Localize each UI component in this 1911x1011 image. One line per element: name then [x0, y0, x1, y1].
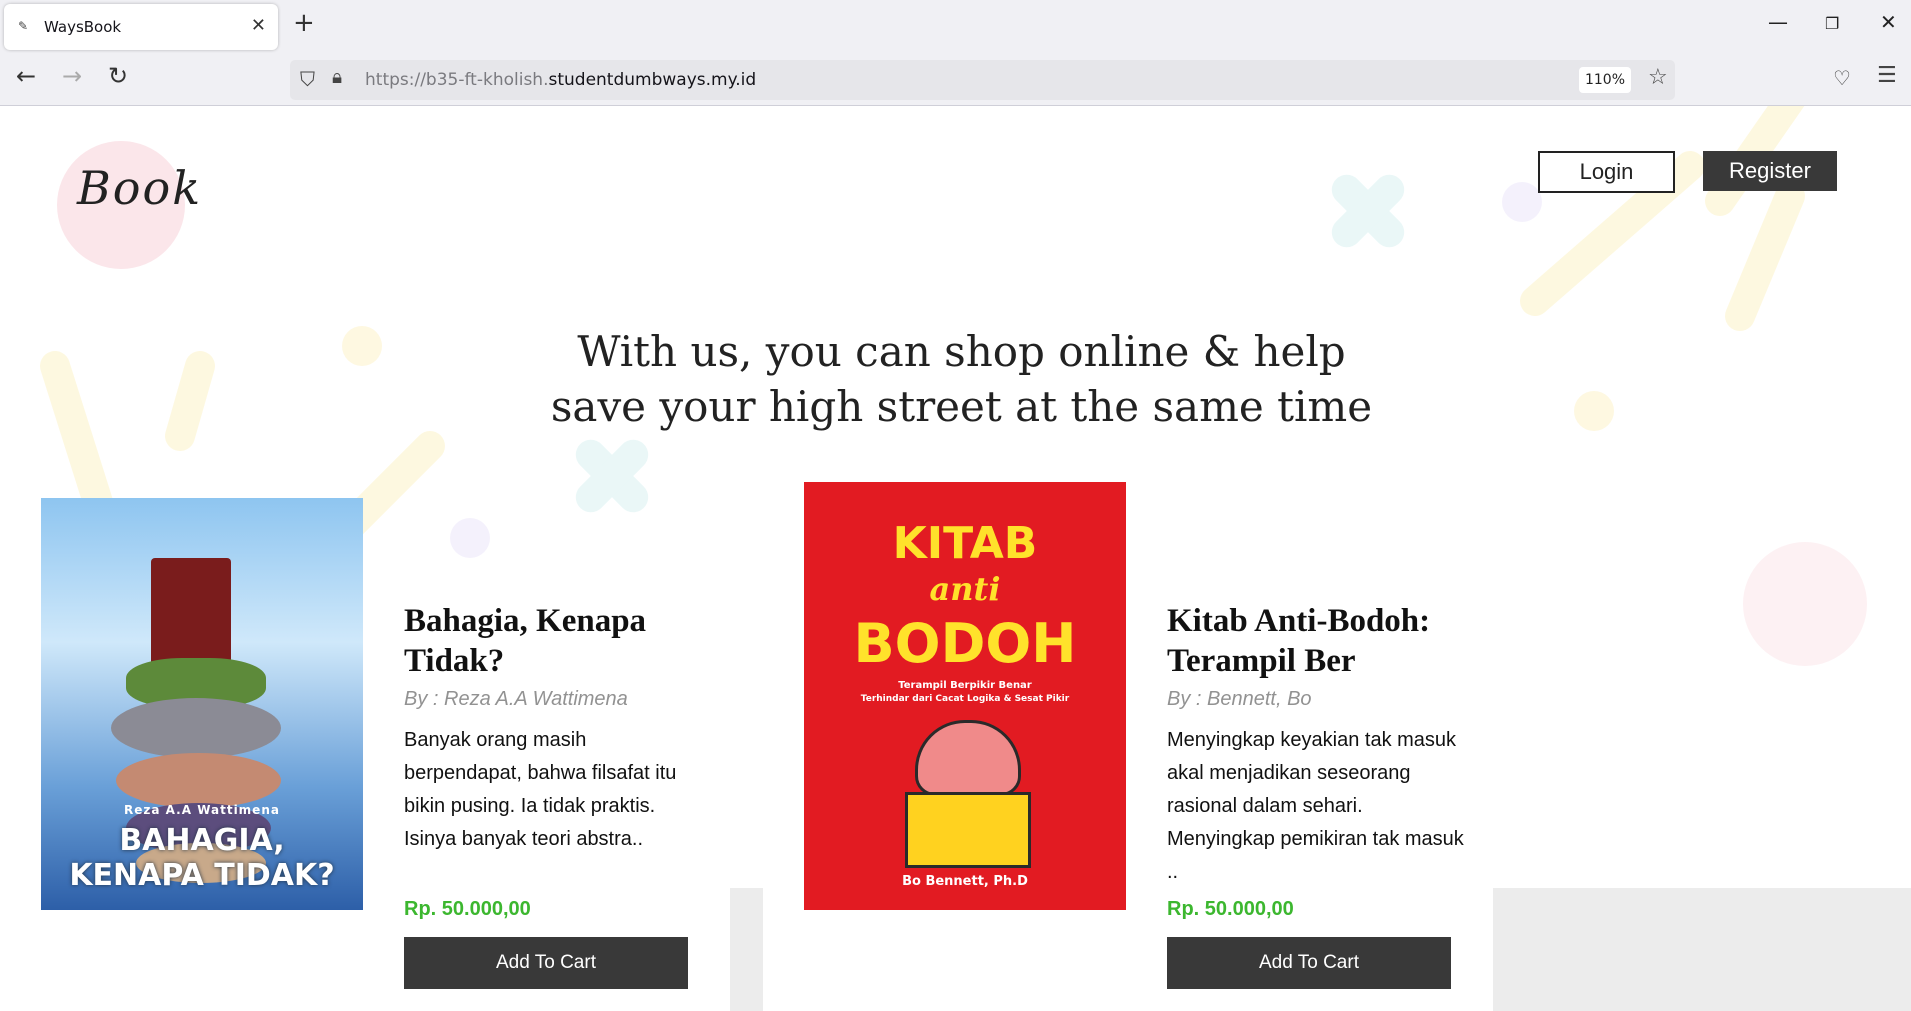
tab-title: WaysBook — [44, 18, 122, 36]
close-tab-icon[interactable]: ✕ — [251, 15, 266, 36]
login-button[interactable]: Login — [1538, 151, 1675, 193]
hero-line-2: save your high street at the same time — [550, 382, 1373, 431]
book-1-price: Rp. 50.000,00 — [404, 898, 531, 920]
cover-1-title-2: KENAPA TIDAK? — [69, 858, 335, 893]
register-button[interactable]: Register — [1703, 151, 1837, 191]
book-2-title-line-1: Kitab Anti-Bodoh: — [1167, 603, 1431, 639]
logo-text: Book — [77, 161, 203, 215]
restore-icon[interactable]: ❐ — [1825, 14, 1839, 33]
cover-stone-1 — [111, 698, 281, 758]
book-2-description: Menyingkap keyakian tak masuk akal menja… — [1167, 729, 1464, 883]
book-1-description: Banyak orang masih berpendapat, bahwa fi… — [404, 729, 677, 850]
site-logo[interactable]: Book — [55, 136, 235, 269]
bookmark-star-icon[interactable]: ☆ — [1648, 65, 1668, 90]
cover-2-subtitle-2: Terhindar dari Cacat Logika & Sesat Piki… — [860, 694, 1070, 704]
book-1-author: By : Reza A.A Wattimena — [404, 688, 628, 710]
cover-2-title-2: anti — [929, 570, 1001, 608]
cover-brain-shape — [915, 720, 1021, 796]
forward-icon[interactable]: → — [62, 62, 82, 90]
close-window-icon[interactable]: ✕ — [1880, 10, 1897, 34]
lock-icon[interactable]: 🔒︎ — [332, 66, 342, 88]
url-prefix: https://b35-ft-kholish. — [365, 70, 549, 90]
new-tab-icon[interactable]: + — [293, 8, 315, 38]
add-to-cart-button-2[interactable]: Add To Cart — [1167, 937, 1451, 989]
url-host: studentdumbways.my.id — [548, 70, 757, 90]
hamburger-menu-icon[interactable]: ☰ — [1877, 63, 1897, 88]
book-favicon-icon: ✎ — [18, 19, 29, 33]
book-2-author: By : Bennett, Bo — [1167, 688, 1312, 710]
url-text[interactable]: https://b35-ft-kholish.studentdumbways.m… — [365, 70, 756, 90]
add-to-cart-button-1[interactable]: Add To Cart — [404, 937, 688, 989]
book-1-title[interactable]: Bahagia, Kenapa Tidak? — [404, 601, 646, 681]
book-1-title-line-1: Bahagia, Kenapa — [404, 603, 647, 639]
cover-2-title-3: BODOH — [853, 612, 1077, 675]
book-2-price: Rp. 50.000,00 — [1167, 898, 1294, 920]
pocket-icon[interactable]: ♡ — [1833, 66, 1851, 90]
shield-icon[interactable]: ⛉ — [300, 67, 315, 91]
back-icon[interactable]: ← — [16, 62, 36, 90]
minimize-icon[interactable]: — — [1768, 10, 1788, 34]
cover-2-title-1: KITAB — [892, 518, 1038, 569]
cover-book-shape — [905, 792, 1031, 868]
reload-icon[interactable]: ↻ — [108, 62, 128, 90]
book-2-title-line-2: Terampil Ber — [1167, 643, 1356, 679]
browser-chrome: ✎ WaysBook ✕ + — ❐ ✕ ← → ↻ ⛉ 🔒︎ https://… — [0, 0, 1911, 105]
zoom-indicator[interactable]: 110% — [1579, 67, 1631, 93]
hero-heading: With us, you can shop online & help save… — [540, 324, 1383, 434]
book-cover-2[interactable]: KITAB anti BODOH Terampil Berpikir Benar… — [804, 482, 1126, 910]
cover-temple-shape — [151, 558, 231, 668]
cover-1-title-1: BAHAGIA, — [119, 823, 285, 858]
cover-2-subtitle-1: Terampil Berpikir Benar — [898, 680, 1032, 691]
book-cover-1[interactable]: Reza A.A Wattimena BAHAGIA, KENAPA TIDAK… — [41, 498, 363, 910]
hero-line-1: With us, you can shop online & help — [577, 327, 1346, 376]
book-2-title[interactable]: Kitab Anti-Bodoh: Terampil Ber — [1167, 601, 1430, 681]
browser-tab[interactable]: ✎ WaysBook ✕ — [4, 4, 278, 50]
book-1-title-line-2: Tidak? — [404, 643, 505, 679]
address-bar[interactable]: ⛉ 🔒︎ https://b35-ft-kholish.studentdumbw… — [290, 60, 1675, 100]
cover-stone-2 — [116, 753, 281, 808]
cover-1-author: Reza A.A Wattimena — [124, 803, 280, 817]
cover-2-author: Bo Bennett, Ph.D — [902, 874, 1028, 889]
tab-bar: ✎ WaysBook ✕ + — ❐ ✕ — [0, 0, 1911, 54]
